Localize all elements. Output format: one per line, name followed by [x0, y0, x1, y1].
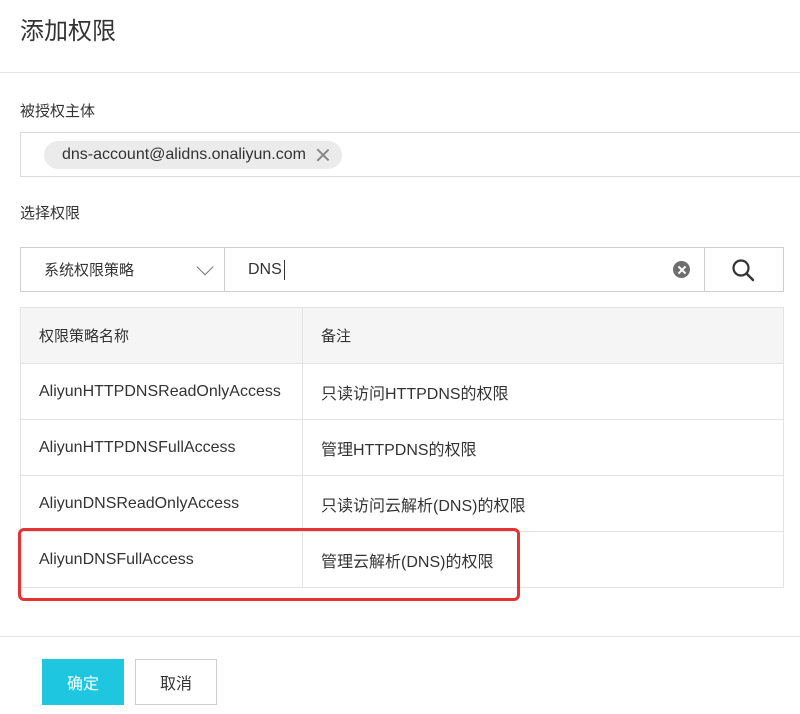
policy-name: AliyunHTTPDNSFullAccess	[20, 419, 303, 476]
confirm-button[interactable]: 确定	[42, 659, 124, 705]
table-row[interactable]: AliyunHTTPDNSFullAccess 管理HTTPDNS的权限	[20, 419, 784, 476]
close-icon[interactable]	[316, 148, 330, 162]
policy-name: AliyunDNSReadOnlyAccess	[20, 475, 303, 532]
column-header-note: 备注	[302, 307, 784, 364]
clear-circle-icon[interactable]	[673, 261, 690, 278]
permission-search-bar: 系统权限策略	[20, 247, 784, 292]
policy-note: 管理HTTPDNS的权限	[302, 419, 784, 476]
policy-note: 管理云解析(DNS)的权限	[302, 531, 784, 588]
column-header-name: 权限策略名称	[20, 307, 303, 364]
grantee-label: 被授权主体	[20, 103, 96, 120]
dialog-footer: 确定 取消	[0, 636, 800, 714]
cancel-button[interactable]: 取消	[135, 659, 217, 705]
select-permission-label: 选择权限	[20, 205, 81, 222]
dialog-title: 添加权限	[20, 18, 116, 45]
search-input[interactable]	[226, 248, 704, 291]
policy-name: AliyunHTTPDNSReadOnlyAccess	[20, 363, 303, 420]
table-row[interactable]: AliyunHTTPDNSReadOnlyAccess 只读访问HTTPDNS的…	[20, 363, 784, 420]
policy-name: AliyunDNSFullAccess	[20, 531, 303, 588]
search-icon	[732, 259, 755, 282]
policy-note: 只读访问HTTPDNS的权限	[302, 363, 784, 420]
policy-type-select[interactable]: 系统权限策略	[21, 248, 225, 291]
table-row[interactable]: AliyunDNSReadOnlyAccess 只读访问云解析(DNS)的权限	[20, 475, 784, 532]
dialog-header: 添加权限	[0, 0, 800, 73]
table-row[interactable]: AliyunDNSFullAccess 管理云解析(DNS)的权限	[20, 531, 784, 588]
grantee-input[interactable]: dns-account@alidns.onaliyun.com	[20, 132, 800, 177]
policy-type-value: 系统权限策略	[44, 262, 135, 279]
grantee-tag: dns-account@alidns.onaliyun.com	[44, 141, 342, 169]
text-caret	[284, 260, 285, 280]
table-header-row: 权限策略名称 备注	[20, 307, 784, 364]
search-button[interactable]	[704, 248, 783, 291]
policy-table: 权限策略名称 备注 AliyunHTTPDNSReadOnlyAccess 只读…	[20, 307, 784, 588]
chevron-down-icon	[196, 258, 214, 276]
grantee-tag-text: dns-account@alidns.onaliyun.com	[62, 146, 306, 163]
policy-note: 只读访问云解析(DNS)的权限	[302, 475, 784, 532]
